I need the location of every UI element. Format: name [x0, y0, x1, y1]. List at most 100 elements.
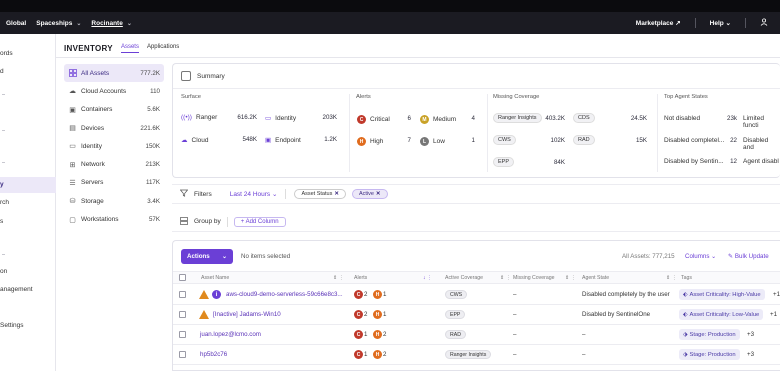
filter-icon[interactable] [179, 189, 189, 199]
agent-state-item[interactable]: Limited functi [743, 115, 780, 129]
agent-state-item[interactable]: Disabled completel... [664, 137, 724, 144]
surface-endpoint[interactable]: ▣ Endpoint [265, 136, 301, 145]
close-icon[interactable]: ✕ [376, 191, 381, 197]
filter-chip-active[interactable]: Active ✕ [351, 189, 388, 199]
missing-ranger-insights[interactable]: Ranger Insights [493, 113, 542, 123]
tag-pill[interactable]: ⬗ Stage: Production [679, 329, 740, 340]
nav-item-6[interactable]: on [0, 264, 56, 280]
row-checkbox[interactable] [179, 331, 186, 338]
asset-item-containers[interactable]: ▣ Containers 5.6K [64, 101, 164, 119]
actions-button[interactable]: Actions ⌄ [181, 249, 233, 264]
missing-rad[interactable]: RAD [573, 135, 595, 145]
sort-icon[interactable]: ⇕ ⋮ [666, 275, 677, 281]
table-row[interactable]: [Inactive] Jadams-Win10 C 2 H 1 EPP – Di… [173, 305, 780, 325]
more-tags-count[interactable]: +1 [773, 291, 780, 298]
nav-item-dashboards[interactable]: ords [0, 46, 56, 62]
missing-coverage-section: Missing Coverage [493, 94, 539, 110]
agent-state-item[interactable]: Not disabled [664, 115, 700, 122]
surface-identity[interactable]: ▭ Identity [265, 114, 296, 123]
tag-pill[interactable]: ⬖ Asset Criticality: High-Value [679, 289, 765, 300]
column-header-tags[interactable]: Tags [681, 275, 692, 281]
row-checkbox[interactable] [179, 351, 186, 358]
tag-label: Stage: Production [689, 331, 736, 338]
column-header-asset-name[interactable]: Asset Name [201, 275, 229, 281]
agent-state-item[interactable]: Agent disabl [743, 158, 779, 165]
more-tags-count[interactable]: +3 [747, 331, 754, 338]
table-row[interactable]: hp5b2c76 C 1 H 2 Ranger Insights – – ⬗ St… [173, 345, 780, 365]
alert-medium[interactable]: M Medium [420, 115, 456, 124]
asset-item-cloud-accounts[interactable]: ☁ Cloud Accounts 110 [64, 82, 164, 100]
crumb-spaceships[interactable]: Spaceships ⌄ [36, 20, 81, 27]
nav-item-2[interactable]: d [0, 64, 56, 80]
crumb-global-label: Global [6, 19, 27, 27]
asset-name-link[interactable]: juan.lopez@lcmo.com [200, 331, 261, 338]
filter-chip-asset-status[interactable]: Asset Status ✕ [294, 189, 346, 199]
crumb-rocinante[interactable]: Rocinante ⌄ [91, 20, 131, 27]
asset-item-network[interactable]: ⊞ Network 213K [64, 155, 164, 173]
sort-icon[interactable]: ⇕ ⋮ [500, 275, 511, 281]
row-checkbox[interactable] [179, 311, 186, 318]
alert-high[interactable]: H High [357, 137, 383, 146]
nav-item-inventory[interactable]: y [0, 177, 56, 193]
missing-cws[interactable]: CWS [493, 135, 516, 145]
alert-critical[interactable]: C Critical [357, 115, 390, 124]
bulk-update-button[interactable]: ✎ Bulk Update [728, 253, 769, 260]
asset-item-storage[interactable]: ⛁ Storage 3.4K [64, 192, 164, 210]
alert-low[interactable]: L Low [420, 137, 445, 146]
asset-name-link[interactable]: hp5b2c76 [200, 351, 227, 358]
more-tags-count[interactable]: +1 [770, 311, 777, 318]
nav-item-5[interactable]: s [0, 214, 56, 230]
nav-item-settings[interactable]: Settings [0, 318, 56, 334]
tab-assets[interactable]: Assets [120, 44, 139, 53]
asset-item-servers[interactable]: ☰ Servers 117K [64, 174, 164, 192]
column-header-alerts[interactable]: Alerts [354, 275, 367, 281]
column-header-missing-coverage[interactable]: Missing Coverage [513, 275, 555, 281]
nav-item-management[interactable]: anagement [0, 282, 56, 298]
tag-pill[interactable]: ⬗ Stage: Production [679, 349, 740, 360]
add-column-button[interactable]: + Add Column [233, 216, 286, 227]
page-title: INVENTORY [64, 43, 113, 53]
tab-applications[interactable]: Applications [147, 44, 179, 52]
columns-button[interactable]: Columns ⌄ [685, 253, 716, 260]
column-header-agent-state[interactable]: Agent State [582, 275, 609, 281]
summary-header[interactable]: Summary [173, 64, 225, 88]
column-header-active-coverage[interactable]: Active Coverage [445, 275, 483, 281]
agent-state-item[interactable]: Disabled by Sentin... [664, 158, 724, 165]
crumb-global[interactable]: Global [6, 20, 26, 27]
select-all-checkbox[interactable] [179, 274, 186, 281]
group-by-label[interactable]: Group by [194, 218, 221, 225]
missing-cds[interactable]: CDS [573, 113, 595, 123]
asset-name-link[interactable]: aws-cloud9-demo-serverless-59c66e8c3... [226, 291, 343, 298]
help-menu[interactable]: Help ⌄ [710, 19, 731, 27]
missing-epp[interactable]: EPP [493, 157, 515, 167]
alert-label: Low [433, 138, 445, 145]
missing-value: 24.5K [630, 115, 647, 122]
sort-desc-icon[interactable]: ↓ ⋮ [423, 275, 432, 281]
close-icon[interactable]: ✕ [334, 191, 339, 197]
asset-item-identity[interactable]: ▭ Identity 150K [64, 137, 164, 155]
row-checkbox[interactable] [179, 291, 186, 298]
tag-pill[interactable]: ⬖ Asset Criticality: Low-Value [679, 309, 764, 320]
asset-item-workstations[interactable]: ▢ Workstations 57K [64, 210, 164, 228]
sort-icon[interactable]: ⇕ ⋮ [565, 275, 576, 281]
summary-title: Summary [197, 72, 225, 80]
table-row[interactable]: i aws-cloud9-demo-serverless-59c66e8c3..… [173, 285, 780, 305]
more-tags-count[interactable]: +3 [747, 351, 754, 358]
marketplace-link[interactable]: Marketplace ↗ [636, 19, 681, 27]
divider [745, 18, 746, 28]
high-count: 1 [383, 311, 387, 318]
asset-name-link[interactable]: [Inactive] Jadams-Win10 [213, 311, 281, 318]
alert-value: 1 [471, 137, 475, 144]
agent-state-item[interactable]: Disabled and [743, 137, 780, 151]
marketplace-label: Marketplace [635, 20, 674, 27]
asset-item-devices[interactable]: ▤ Devices 221.6K [64, 119, 164, 137]
agent-state-label: Not disabled [664, 115, 701, 122]
sort-icon[interactable]: ⇕ ⋮ [333, 275, 344, 281]
user-icon[interactable] [760, 18, 768, 28]
surface-cloud[interactable]: ☁ Cloud [181, 136, 208, 145]
time-range-select[interactable]: Last 24 Hours ⌄ [230, 190, 278, 198]
asset-item-all[interactable]: All Assets 777.2K [64, 64, 164, 83]
surface-ranger[interactable]: ((•)) Ranger [181, 114, 217, 121]
nav-item-search[interactable]: rch [0, 195, 56, 211]
table-row[interactable]: juan.lopez@lcmo.com C 1 H 2 RAD – – ⬗ Sta… [173, 325, 780, 345]
